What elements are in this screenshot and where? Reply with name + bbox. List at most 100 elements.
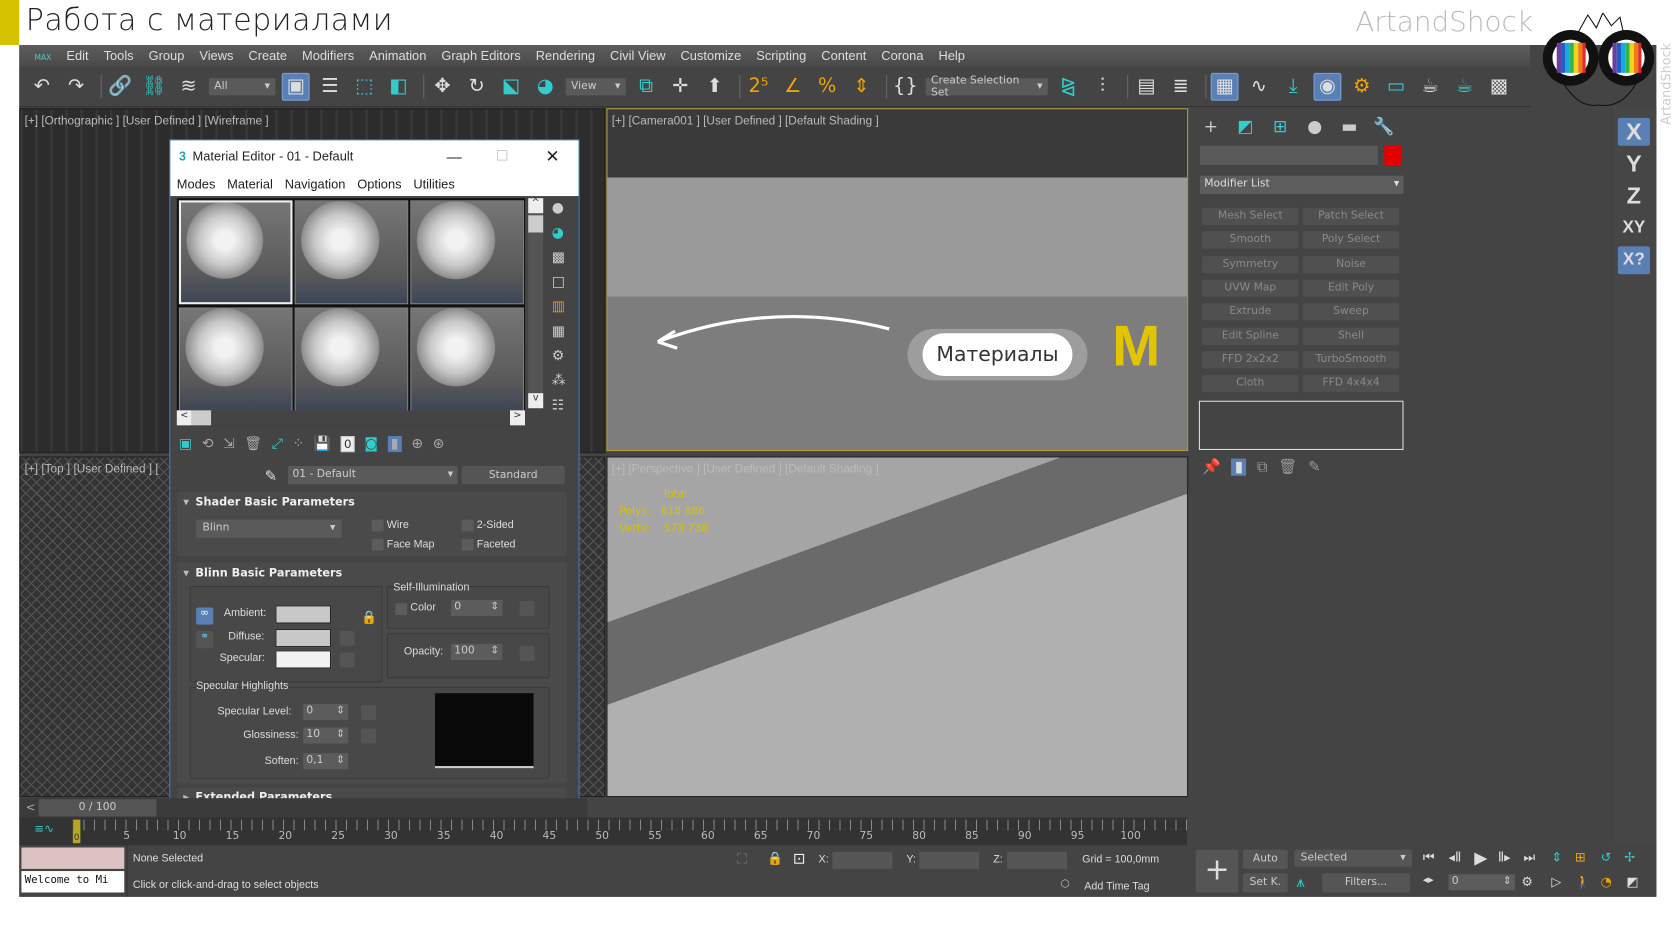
put-material-icon[interactable]: ⟲ [202, 436, 214, 452]
rotate-icon[interactable]: ↻ [463, 72, 491, 100]
viewport-label[interactable]: [+] [Orthographic ] [User Defined ] [Wir… [25, 115, 269, 128]
orbit-subobject-icon[interactable]: ◔ [1601, 874, 1612, 889]
menu-views[interactable]: Views [199, 48, 233, 63]
menu-group[interactable]: Group [149, 48, 185, 63]
select-by-name-icon[interactable]: ☰ [316, 72, 344, 100]
scale-icon[interactable]: ⬕ [497, 72, 525, 100]
rectangular-selection-icon[interactable]: ⬚ [350, 72, 378, 100]
modifier-button[interactable]: Mesh Select [1202, 207, 1299, 225]
go-to-start-icon[interactable]: ⏮ [1423, 850, 1435, 866]
named-selection-dropdown[interactable]: Create Selection Set ▾ [925, 74, 1048, 98]
sample-slot-4[interactable] [178, 307, 293, 412]
move-icon[interactable]: ✥ [429, 72, 457, 100]
modifier-button[interactable]: Patch Select [1302, 207, 1400, 225]
field-of-view-icon[interactable]: ▷ [1551, 874, 1561, 889]
specular-color-swatch[interactable] [275, 650, 332, 669]
unlink-icon[interactable]: ⛓ [140, 72, 168, 100]
reference-coord-dropdown[interactable]: View ▾ [565, 77, 626, 95]
material-type-button[interactable]: Standard [461, 466, 565, 485]
select-object-icon[interactable]: ▣ [281, 72, 310, 101]
lock-ambient-diffuse-icon[interactable]: ∞ [196, 607, 214, 625]
menu-create[interactable]: Create [248, 48, 287, 63]
set-key-button[interactable]: Set K. [1242, 873, 1288, 893]
scroll-right-icon[interactable]: > [509, 410, 525, 426]
align-icon[interactable]: ⫶ [1089, 72, 1117, 100]
auto-key-button[interactable]: Auto [1242, 849, 1288, 869]
key-filter-dropdown[interactable]: Selected ▾ [1294, 849, 1413, 867]
redo-icon[interactable]: ↷ [62, 72, 90, 100]
schematic-view-icon[interactable]: ⤓ [1279, 72, 1307, 100]
menu-customize[interactable]: Customize [681, 48, 742, 63]
sample-slot-3[interactable] [410, 200, 524, 305]
time-slider[interactable]: < 0 / 100 [19, 798, 588, 818]
eyedropper-icon[interactable]: ✎ [265, 468, 278, 485]
modifier-button[interactable]: Poly Select [1302, 231, 1400, 249]
edit-named-selection-icon[interactable]: {} [891, 72, 919, 100]
glossiness-map-button[interactable] [361, 728, 377, 744]
modifier-button[interactable]: Smooth [1202, 231, 1299, 249]
modifier-button[interactable]: FFD 4x4x4 [1302, 375, 1400, 393]
dialog-title-bar[interactable]: 3 Material Editor - 01 - Default — ☐ ✕ [170, 140, 579, 173]
undo-icon[interactable]: ↶ [28, 72, 56, 100]
viewport-camera[interactable]: [+] [Camera001 ] [User Defined ] [Defaul… [606, 108, 1189, 452]
material-name-field[interactable]: 01 - Default ▾ [288, 466, 458, 485]
add-time-tag[interactable]: Add Time Tag [1084, 881, 1149, 893]
menu-options[interactable]: Options [357, 177, 401, 192]
material-editor-icon[interactable]: ◉ [1313, 72, 1342, 101]
key-filters-button[interactable]: Filters... [1322, 873, 1410, 893]
spinner-arrows-icon[interactable]: ⇕ [490, 645, 499, 657]
material-id-channel-icon[interactable]: 0 [340, 436, 355, 453]
spinner-arrows-icon[interactable]: ⇕ [336, 705, 345, 717]
lock-icon[interactable]: 🔒 [361, 610, 377, 625]
reset-map-icon[interactable]: 🗑 [244, 436, 262, 452]
menu-modifiers[interactable]: Modifiers [302, 48, 354, 63]
copy-material-icon[interactable]: ⤢ [272, 436, 283, 452]
time-tag-icon[interactable]: ⬡ [1061, 879, 1070, 891]
display-tab-icon[interactable]: ▬ [1336, 111, 1362, 139]
modifier-button[interactable]: Edit Spline [1202, 327, 1299, 345]
modifier-stack[interactable] [1198, 400, 1404, 450]
scene-explorer-icon[interactable]: ▤ [1132, 72, 1160, 100]
create-tab-icon[interactable]: + [1198, 111, 1224, 139]
specular-level-map-button[interactable] [361, 704, 377, 720]
show-end-result-icon[interactable]: ▮ [1231, 458, 1247, 476]
menu-graph-editors[interactable]: Graph Editors [441, 48, 520, 63]
placement-icon[interactable]: ◕ [531, 72, 559, 100]
curve-editor-mini-icon[interactable]: ≡∿ [34, 822, 54, 836]
zoom-all-icon[interactable]: ⊞ [1575, 850, 1586, 865]
maxscript-listener-output[interactable]: Welcome to Mi [21, 871, 125, 893]
self-illum-spinner[interactable]: 0 ⇕ [451, 599, 503, 617]
go-forward-sibling-icon[interactable]: ⊛ [433, 436, 445, 452]
assign-material-icon[interactable]: ⇲ [223, 436, 235, 452]
sample-slot-2[interactable] [294, 200, 409, 305]
time-configuration-icon[interactable]: ⚙ [1521, 874, 1533, 889]
x-coord-field[interactable] [832, 851, 893, 869]
snaps-toggle-icon[interactable]: 2⁵ [745, 72, 773, 100]
menu-tools[interactable]: Tools [104, 48, 134, 63]
angle-snap-icon[interactable]: ∠ [779, 72, 807, 100]
two-sided-checkbox[interactable] [461, 519, 474, 532]
selection-lock-icon[interactable]: 🔒 [767, 851, 783, 866]
specular-map-button[interactable] [339, 652, 355, 668]
menu-modes[interactable]: Modes [177, 177, 216, 192]
zoom-extents-icon[interactable]: ⇕ [1551, 850, 1562, 865]
percent-snap-icon[interactable]: % [813, 72, 841, 100]
menu-rendering[interactable]: Rendering [536, 48, 595, 63]
object-name-field[interactable] [1199, 145, 1378, 165]
remove-modifier-icon[interactable]: 🗑 [1278, 459, 1297, 476]
menu-scripting[interactable]: Scripting [756, 48, 806, 63]
glossiness-spinner[interactable]: 10 ⇕ [303, 727, 349, 744]
rollout-header[interactable]: ▼ Shader Basic Parameters [177, 492, 567, 513]
select-manipulate-icon[interactable]: ✛ [666, 72, 694, 100]
axis-y-button[interactable]: Y [1618, 150, 1650, 178]
menu-utilities[interactable]: Utilities [413, 177, 454, 192]
rollout-header[interactable]: ▼ Blinn Basic Parameters [177, 562, 567, 583]
render-setup-icon[interactable]: ⚙ [1348, 72, 1376, 100]
self-illum-map-button[interactable] [519, 601, 535, 617]
sample-slot-1[interactable] [178, 200, 293, 305]
toggle-ribbon-icon[interactable]: ▦ [1210, 72, 1239, 101]
modifier-button[interactable]: Extrude [1202, 303, 1299, 321]
bind-space-warp-icon[interactable]: ≋ [175, 72, 203, 100]
backlight-icon[interactable]: ◕ [552, 225, 566, 241]
put-to-library-icon[interactable]: 💾 [314, 436, 331, 452]
